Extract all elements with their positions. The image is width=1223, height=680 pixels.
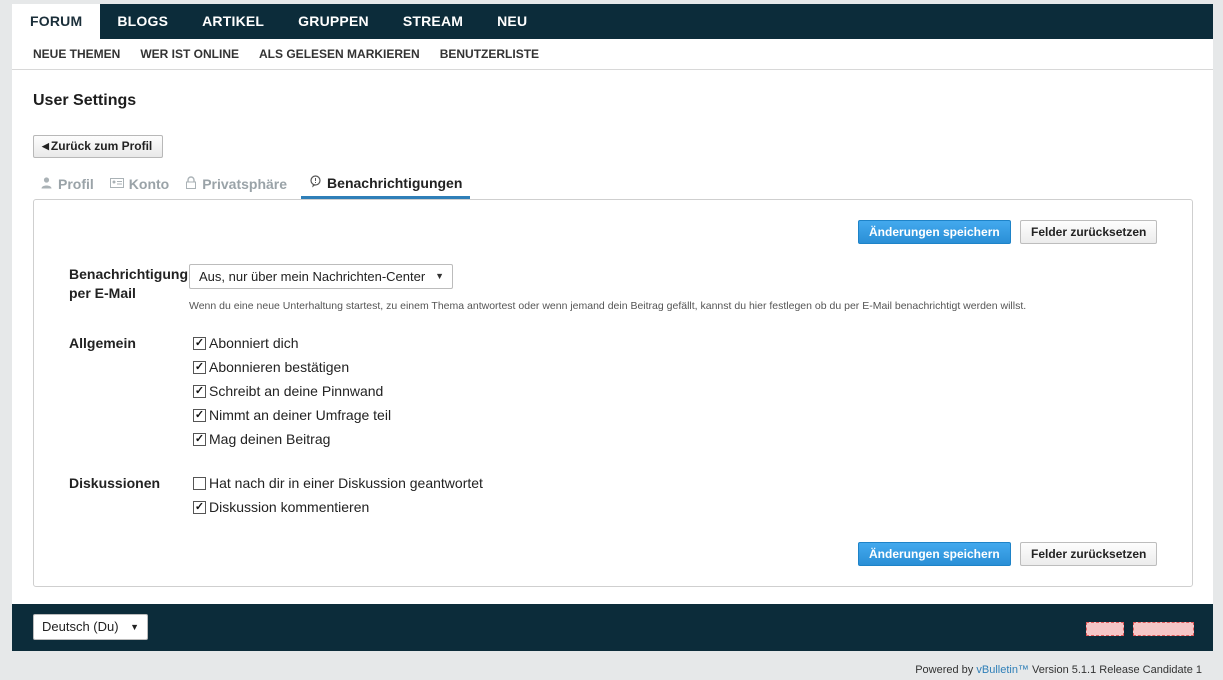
checkbox-likes-post[interactable]: ✓ Mag deinen Beitrag xyxy=(193,429,330,449)
checkbox-label: Schreibt an deine Pinnwand xyxy=(209,383,384,399)
checkbox-label: Abonniert dich xyxy=(209,335,299,351)
checkbox-label: Hat nach dir in einer Diskussion geantwo… xyxy=(209,475,483,491)
checkbox-comment-discussion[interactable]: ✓ Diskussion kommentieren xyxy=(193,497,369,517)
powered-suffix: Version 5.1.1 Release Candidate 1 xyxy=(1028,664,1202,676)
dropdown-arrow-icon: ▼ xyxy=(130,622,139,632)
top-navigation: FORUM BLOGS ARTIKEL GRUPPEN STREAM NEU xyxy=(12,4,1213,39)
checkbox-label: Nimmt an deiner Umfrage teil xyxy=(209,407,392,423)
tab-label: Konto xyxy=(128,176,170,192)
checkbox[interactable]: ✓ xyxy=(193,336,206,350)
settings-tabs: Profil Konto Privatsphäre Benachrichtigu… xyxy=(38,169,476,199)
checkbox[interactable] xyxy=(193,476,206,490)
checkbox-replied-in-discussion[interactable]: Hat nach dir in einer Diskussion geantwo… xyxy=(193,473,483,493)
dropdown-arrow-icon: ▼ xyxy=(435,271,444,281)
nav-tab-blogs[interactable]: BLOGS xyxy=(100,4,185,39)
page-title: User Settings xyxy=(33,92,137,109)
subnav-who-is-online[interactable]: WER IST ONLINE xyxy=(140,47,239,61)
triangle-left-icon: ◀ xyxy=(42,141,49,151)
back-button-label: Zurück zum Profil xyxy=(50,139,153,153)
page-frame: FORUM BLOGS ARTIKEL GRUPPEN STREAM NEU N… xyxy=(12,4,1213,651)
tab-label: Profil xyxy=(58,176,94,192)
checkbox-poll-participation[interactable]: ✓ Nimmt an deiner Umfrage teil xyxy=(193,405,391,425)
footer: Deutsch (Du) ▼ xyxy=(12,604,1213,651)
tab-konto[interactable]: Konto xyxy=(108,169,177,199)
checkbox[interactable]: ✓ xyxy=(193,384,206,398)
checkbox-label: Diskussion kommentieren xyxy=(209,499,370,515)
email-notify-label-line1: Benachrichtigung xyxy=(69,266,189,282)
email-notify-selected-value: Aus, nur über mein Nachrichten-Center xyxy=(199,269,426,284)
nav-tab-neu[interactable]: NEU xyxy=(480,4,544,39)
subnav-member-list[interactable]: BENUTZERLISTE xyxy=(440,47,539,61)
powered-by: Powered by vBulletin™ Version 5.1.1 Rele… xyxy=(915,664,1202,676)
subnav-new-topics[interactable]: NEUE THEMEN xyxy=(33,47,120,61)
discussions-section-label: Diskussionen xyxy=(69,475,161,491)
notifications-panel: Änderungen speichern Felder zurücksetzen… xyxy=(33,199,1193,587)
general-section-label: Allgemein xyxy=(69,335,136,351)
nav-tab-forum[interactable]: FORUM xyxy=(12,4,101,39)
email-notify-label-line2: per E-Mail xyxy=(69,285,136,301)
subnav-mark-read[interactable]: ALS GELESEN MARKIEREN xyxy=(259,47,420,61)
checkbox[interactable]: ✓ xyxy=(193,408,206,422)
id-card-icon xyxy=(109,177,124,192)
tab-label: Benachrichtigungen xyxy=(327,174,463,191)
reset-fields-button-bottom[interactable]: Felder zurücksetzen xyxy=(1020,542,1158,566)
nav-tab-stream[interactable]: STREAM xyxy=(386,4,480,39)
sub-navigation: NEUE THEMEN WER IST ONLINE ALS GELESEN M… xyxy=(12,39,1213,70)
tab-profil[interactable]: Profil xyxy=(38,169,102,199)
checkbox-subscribes-you[interactable]: ✓ Abonniert dich xyxy=(193,333,299,353)
user-icon xyxy=(40,176,53,192)
checkbox-label: Abonnieren bestätigen xyxy=(209,359,350,375)
back-to-profile-button[interactable]: ◀ Zurück zum Profil xyxy=(33,135,164,158)
tab-privatsphaere[interactable]: Privatsphäre xyxy=(183,169,295,199)
save-changes-button-top[interactable]: Änderungen speichern xyxy=(858,220,1011,244)
email-notify-select[interactable]: Aus, nur über mein Nachrichten-Center ▼ xyxy=(189,264,453,289)
vbulletin-link[interactable]: vBulletin™ xyxy=(976,664,1029,676)
checkbox-writes-wall[interactable]: ✓ Schreibt an deine Pinnwand xyxy=(193,381,383,401)
powered-prefix: Powered by xyxy=(915,664,977,676)
tab-benachrichtigungen[interactable]: Benachrichtigungen xyxy=(301,169,471,199)
language-select[interactable]: Deutsch (Du) ▼ xyxy=(33,614,148,640)
checkbox[interactable]: ✓ xyxy=(193,360,206,374)
lock-icon xyxy=(185,176,197,192)
checkbox-confirm-subscribe[interactable]: ✓ Abonnieren bestätigen xyxy=(193,357,349,377)
chat-bubble-icon xyxy=(309,174,322,191)
nav-tab-artikel[interactable]: ARTIKEL xyxy=(185,4,281,39)
tab-label: Privatsphäre xyxy=(202,176,288,192)
checkbox[interactable]: ✓ xyxy=(193,500,206,514)
nav-tab-gruppen[interactable]: GRUPPEN xyxy=(281,4,386,39)
language-selected-value: Deutsch (Du) xyxy=(42,619,119,634)
save-changes-button-bottom[interactable]: Änderungen speichern xyxy=(858,542,1011,566)
checkbox-label: Mag deinen Beitrag xyxy=(209,431,331,447)
footer-link-placeholder[interactable] xyxy=(1086,622,1124,636)
checkbox[interactable]: ✓ xyxy=(193,432,206,446)
reset-fields-button-top[interactable]: Felder zurücksetzen xyxy=(1020,220,1158,244)
footer-link-placeholder[interactable] xyxy=(1133,622,1194,636)
email-notify-hint: Wenn du eine neue Unterhaltung startest,… xyxy=(189,300,1027,312)
